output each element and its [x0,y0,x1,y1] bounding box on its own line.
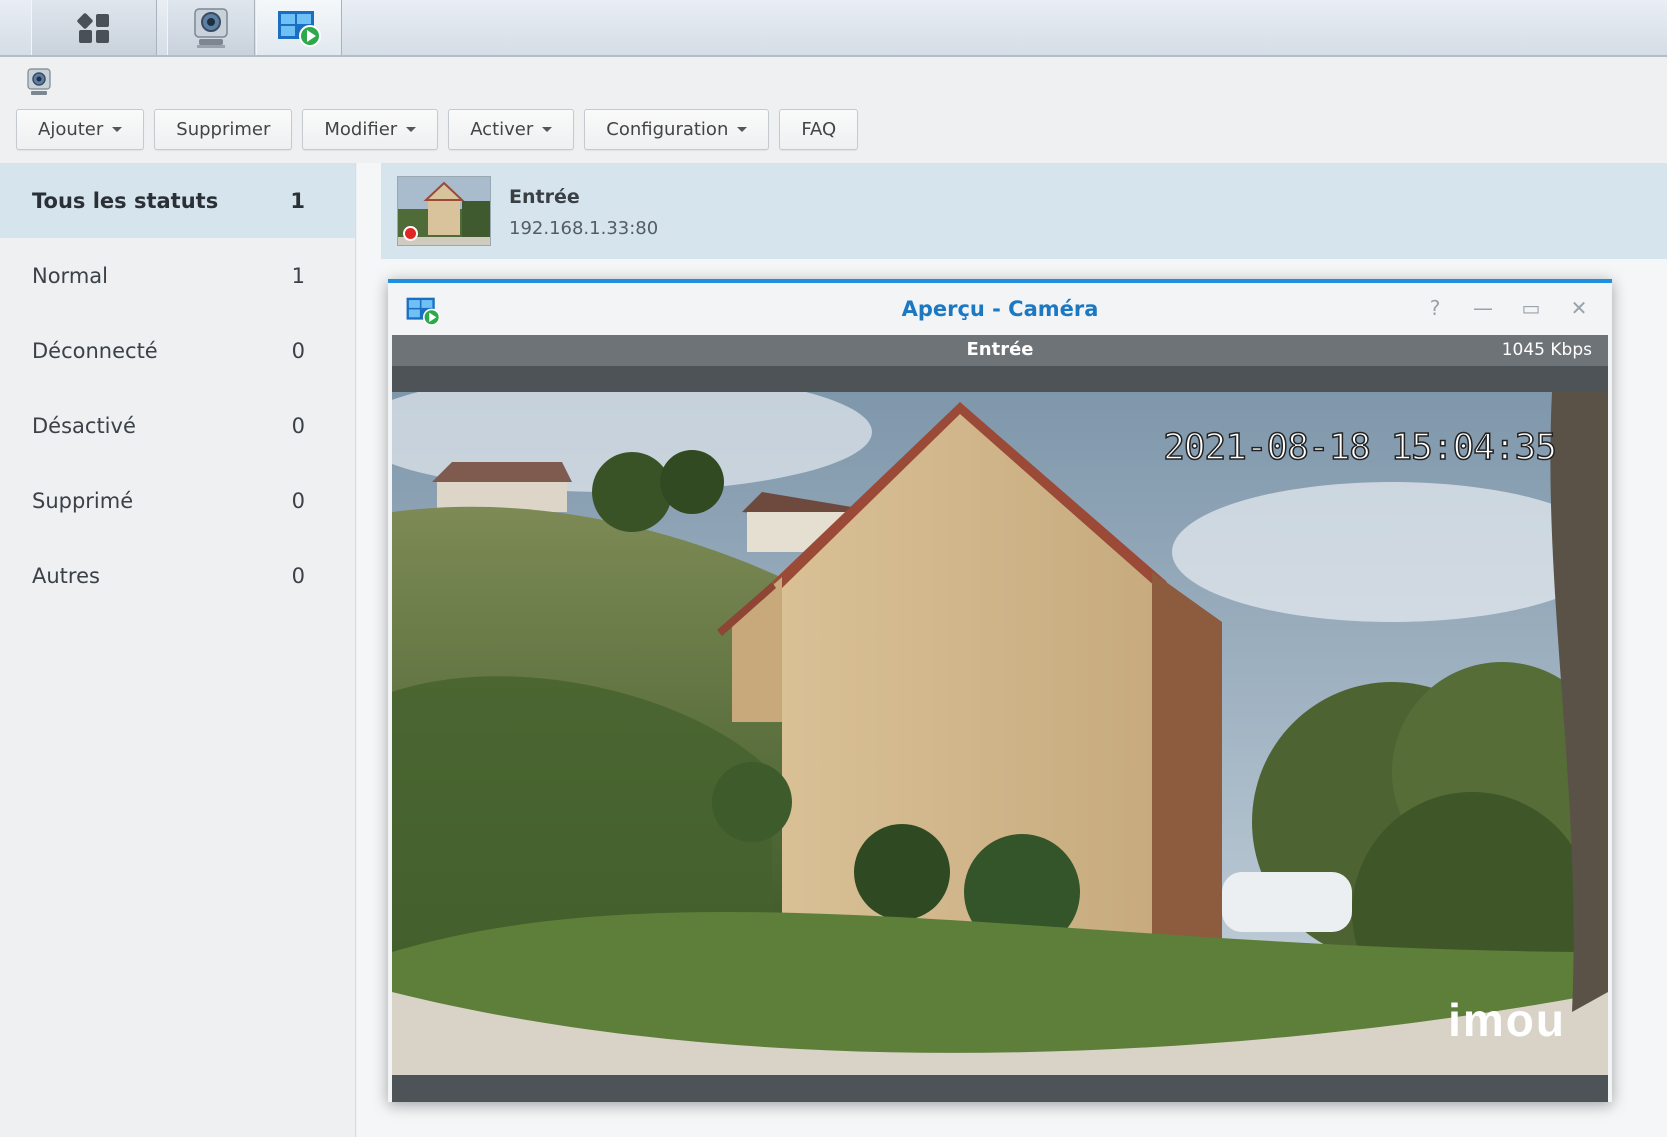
filter-count: 0 [291,563,305,588]
camera-app-icon [194,7,228,48]
edit-button[interactable]: Modifier [302,109,439,150]
configuration-button[interactable]: Configuration [584,109,770,150]
edit-button-label: Modifier [324,119,398,140]
configuration-button-label: Configuration [606,119,729,140]
status-filter-sidebar: Tous les statuts 1 Normal 1 Déconnecté 0… [0,163,356,1137]
faq-button-label: FAQ [801,119,837,140]
surveillance-station-tile[interactable] [167,0,255,55]
close-icon[interactable]: ✕ [1566,295,1592,321]
delete-button[interactable]: Supprimer [154,109,293,150]
camera-name: Entrée [509,186,580,208]
filter-count: 0 [291,413,305,438]
filter-count: 1 [291,263,305,288]
camera-list-item[interactable]: Entrée 192.168.1.33:80 [381,163,1667,259]
taskbar [0,0,1667,57]
maximize-icon[interactable]: ▭ [1518,295,1544,321]
caret-down-icon [406,127,417,132]
delete-button-label: Supprimer [176,119,271,140]
app-header-icon [26,68,52,102]
help-icon[interactable]: ? [1422,295,1448,321]
video-timestamp-overlay: 2021-08-18 15:04:35 [1162,426,1557,469]
camera-address: 192.168.1.33:80 [509,218,659,239]
video-brand-watermark: imou [1448,994,1566,1046]
caret-down-icon [737,127,748,132]
enable-button[interactable]: Activer [448,109,575,150]
enable-button-label: Activer [470,119,534,140]
camera-thumbnail [397,176,491,246]
filter-all-statuses[interactable]: Tous les statuts 1 [0,163,355,238]
filter-disabled[interactable]: Désactivé 0 [0,388,355,463]
window-controls: ? — ▭ ✕ [1422,295,1592,321]
camera-preview-window: Aperçu - Caméra ? — ▭ ✕ Entrée 1045 Kbps [388,279,1612,1102]
recording-indicator-icon [403,226,418,241]
filter-count: 0 [291,488,305,513]
caret-down-icon [542,127,553,132]
live-view-tile[interactable] [256,0,342,55]
main-menu-button[interactable] [31,0,157,55]
filter-disconnected[interactable]: Déconnecté 0 [0,313,355,388]
add-button-label: Ajouter [38,119,104,140]
filter-count: 0 [291,338,305,363]
filter-count: 1 [290,188,305,213]
minimize-icon[interactable]: — [1470,295,1496,321]
filter-normal[interactable]: Normal 1 [0,238,355,313]
live-view-icon [278,10,321,47]
add-button[interactable]: Ajouter [16,109,145,150]
camera-app-icon [27,68,51,95]
filter-label: Désactivé [32,413,136,438]
preview-camera-name: Entrée [966,339,1034,360]
filter-label: Déconnecté [32,338,158,363]
preview-bitrate: 1045 Kbps [1501,340,1592,360]
video-frame-image [392,392,1608,1075]
filter-label: Supprimé [32,488,134,513]
preview-info-bar: Entrée 1045 Kbps [392,335,1608,366]
caret-down-icon [112,127,123,132]
filter-label: Normal [32,263,108,288]
faq-button[interactable]: FAQ [779,109,859,150]
toolbar: Ajouter Supprimer Modifier Activer Confi… [16,109,859,150]
filter-label: Tous les statuts [32,188,219,213]
grid-icon [77,12,109,43]
live-video-feed[interactable]: 2021-08-18 15:04:35 imou [392,392,1608,1075]
preview-top-strip [392,366,1608,392]
preview-bottom-strip [392,1075,1608,1102]
filter-label: Autres [32,563,100,588]
filter-others[interactable]: Autres 0 [0,538,355,613]
preview-titlebar[interactable]: Aperçu - Caméra ? — ▭ ✕ [388,283,1612,335]
filter-deleted[interactable]: Supprimé 0 [0,463,355,538]
